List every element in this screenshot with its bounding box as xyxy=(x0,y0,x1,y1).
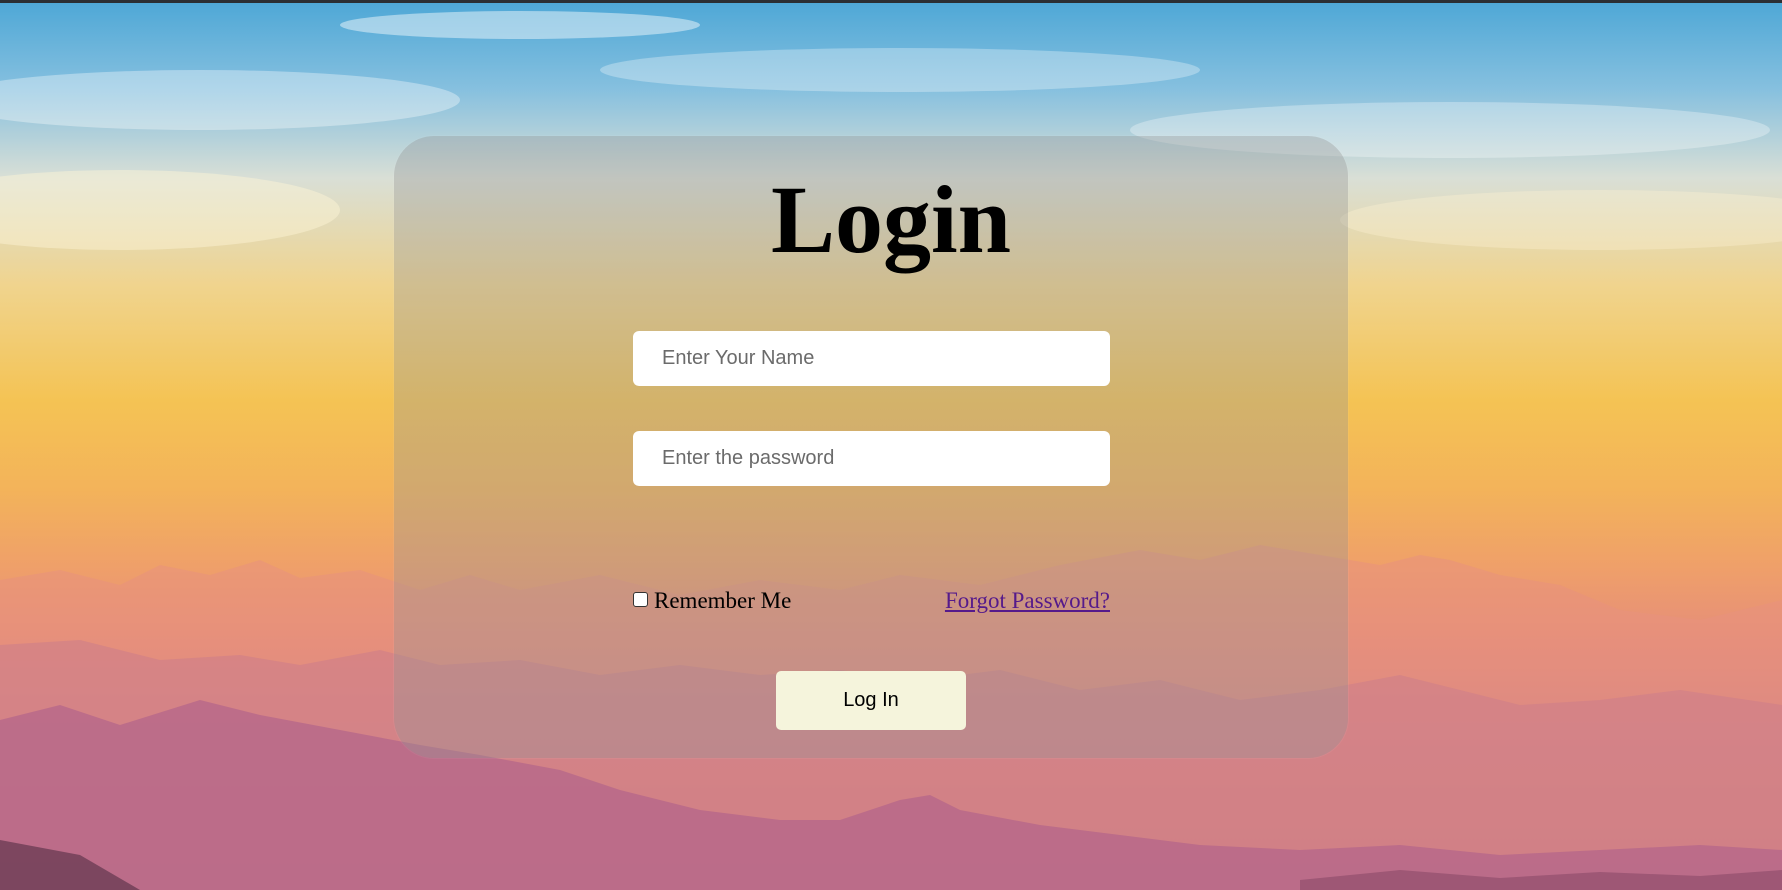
forgot-password-link[interactable]: Forgot Password? xyxy=(945,586,1110,616)
remember-me-label: Remember Me xyxy=(654,588,792,613)
remember-me-checkbox[interactable] xyxy=(633,591,648,607)
password-input[interactable] xyxy=(633,431,1110,486)
page-title: Login xyxy=(770,166,1012,273)
top-border xyxy=(0,0,1782,3)
log-in-button[interactable]: Log In xyxy=(776,671,966,730)
name-input[interactable] xyxy=(633,331,1110,386)
remember-me-option[interactable]: Remember Me xyxy=(633,586,791,616)
